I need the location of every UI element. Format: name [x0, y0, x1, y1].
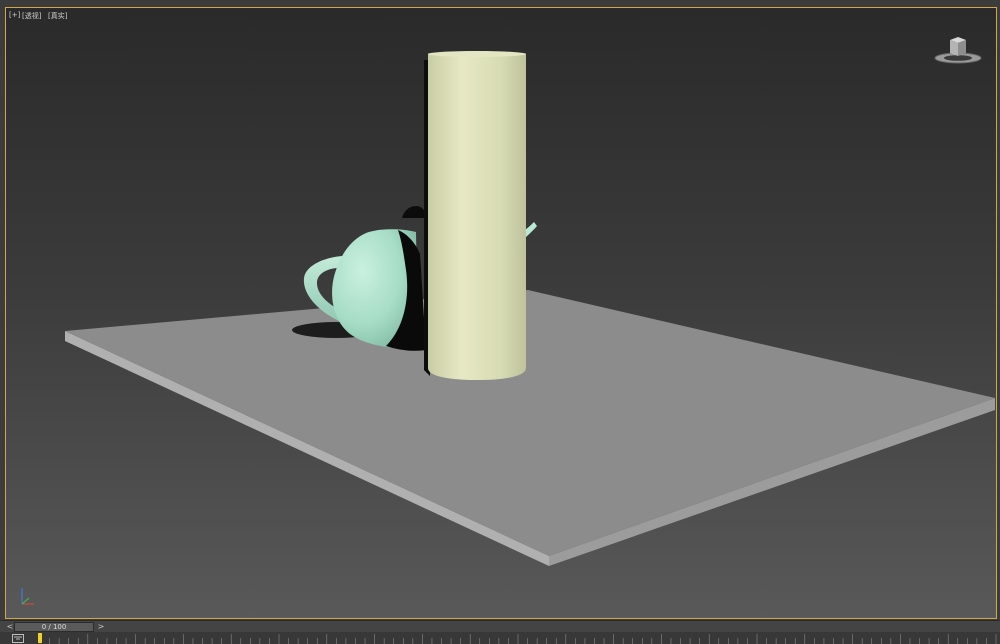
time-next-button[interactable]: > — [96, 622, 106, 632]
perspective-viewport[interactable]: [+] [透视] [真实] — [5, 7, 997, 619]
curve-editor-icon[interactable] — [12, 634, 24, 643]
viewcube-icon[interactable] — [932, 32, 984, 66]
current-frame-marker[interactable] — [38, 633, 42, 643]
scene-canvas[interactable] — [6, 8, 996, 618]
cylinder-object[interactable] — [424, 51, 526, 380]
plane-top — [65, 290, 995, 556]
time-slider-thumb[interactable]: 0 / 100 — [14, 622, 94, 632]
cylinder-body — [428, 54, 526, 380]
teapot-lid — [402, 206, 426, 218]
app-window: [+] [透视] [真实] < 0 / 100 > — [0, 0, 1000, 644]
track-bar — [0, 632, 1000, 644]
axis-tripod-icon — [21, 588, 34, 605]
track-ticks[interactable] — [36, 632, 1000, 644]
plane-object[interactable] — [65, 290, 995, 566]
cylinder-top-cap — [428, 51, 526, 57]
